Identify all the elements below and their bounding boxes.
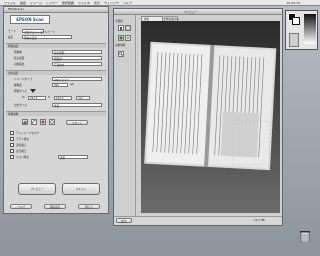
dust-label: ホコリ除去	[16, 156, 29, 159]
resolution-select[interactable]: 300	[52, 83, 68, 87]
settings-value: 現在の設定	[24, 37, 37, 40]
doc-size-label: 原稿サイズ	[14, 90, 27, 93]
menu-clock: 10:05:19	[286, 1, 300, 5]
gradient-strip[interactable]	[304, 14, 316, 44]
zoom-button[interactable]: 拡大	[116, 218, 132, 223]
source-label: 取込装置	[14, 57, 25, 60]
original-section[interactable]: 原稿設定	[6, 43, 106, 48]
unsharp-checkbox[interactable]	[10, 131, 14, 135]
height-input[interactable]: 210.0	[54, 96, 72, 100]
auto-exposure-label: 自動露出	[14, 63, 25, 66]
width-label: W	[22, 96, 25, 99]
descreen-checkbox[interactable]	[10, 137, 14, 141]
auto-exposure-select[interactable]: 写真向き	[52, 62, 102, 67]
hand-icon[interactable]	[118, 25, 124, 31]
unsharp-label: アンシャープマスク	[16, 132, 40, 135]
preview-toolbar: 全選択 自動領域	[114, 15, 136, 225]
mode-select[interactable]: プロフェッショナルモード	[22, 29, 55, 34]
resolution-unit: dpi	[70, 83, 75, 86]
scanned-book-image[interactable]	[141, 21, 280, 213]
tone-curve-icon[interactable]	[31, 119, 37, 125]
source-select[interactable]: 原稿台	[52, 56, 102, 61]
file-size: 14.3 MB	[254, 219, 265, 222]
backlight-label: 逆光補正	[16, 150, 27, 153]
mode-label: モード	[8, 30, 16, 33]
output-section[interactable]: 出力設定	[6, 70, 106, 75]
menu-help[interactable]: ヘルプ	[123, 1, 132, 5]
doc-type-label: 原稿種	[14, 51, 22, 54]
adjust-section[interactable]: 画像調整	[6, 111, 106, 116]
color-palette	[285, 10, 318, 50]
color-restore-checkbox[interactable]	[10, 143, 14, 147]
height-label: H	[48, 96, 50, 99]
delete-marquee-icon[interactable]	[125, 35, 131, 41]
backlight-checkbox[interactable]	[10, 149, 14, 153]
dust-checkbox[interactable]	[10, 155, 14, 159]
marquee-icon[interactable]	[125, 25, 131, 31]
select-all-label: 全選択	[115, 20, 123, 23]
settings-label: 設定	[8, 36, 14, 39]
reset-button[interactable]: リセット	[66, 120, 88, 125]
trash-icon[interactable]	[300, 230, 310, 242]
preview-titlebar[interactable]: プレビュー	[114, 9, 282, 15]
menu-view[interactable]: 表示	[94, 1, 100, 5]
preview-button[interactable]: プレビュー	[18, 183, 56, 195]
unit-select[interactable]: mm	[76, 96, 90, 100]
menu-image[interactable]: イメージ	[30, 1, 42, 5]
menu-layer[interactable]: レイヤー	[46, 1, 58, 5]
config-button[interactable]: 環境設定	[44, 204, 66, 209]
tool-palette[interactable]	[289, 33, 299, 47]
preview-title: プレビュー	[184, 11, 197, 14]
menu-select[interactable]: 選択範囲	[62, 1, 74, 5]
dialog-titlebar[interactable]: EPSON Scan	[4, 7, 108, 13]
settings-select[interactable]: 現在の設定	[22, 35, 72, 40]
auto-select-icon[interactable]	[118, 35, 124, 41]
brightness-icon[interactable]	[49, 119, 55, 125]
resolution-label: 解像度	[14, 84, 22, 87]
preview-window: プレビュー 全選択 自動領域 通常 サムネイル 拡大 14.3 MB	[113, 8, 283, 226]
scan-dialog: EPSON Scan EPSON Scan モード プロフェッショナルモード 設…	[3, 6, 109, 214]
preview-statusbar: 拡大 14.3 MB	[114, 216, 282, 225]
dust-select[interactable]: 標準	[58, 155, 88, 160]
histogram-icon[interactable]	[22, 119, 28, 125]
image-type-select[interactable]: 24bit カラー	[52, 77, 102, 82]
zoom-icon[interactable]	[118, 51, 124, 57]
menu-window[interactable]: ウィンドウ	[104, 1, 119, 5]
dialog-title: EPSON Scan	[8, 8, 24, 11]
descreen-label: モアレ除去	[16, 138, 29, 141]
width-input[interactable]: 297.0	[28, 96, 46, 100]
menu-filter[interactable]: フィルタ	[78, 1, 90, 5]
mode-value: プロフェッショナルモード	[24, 31, 56, 34]
image-type-label: イメージタイプ	[14, 78, 33, 81]
target-label: 出力サイズ	[14, 104, 27, 107]
menu-file[interactable]: ファイル	[4, 1, 16, 5]
expand-icon[interactable]	[30, 89, 36, 93]
menu-edit[interactable]: 編集	[20, 1, 26, 5]
auto-area-label: 自動領域	[115, 44, 126, 47]
epson-logo: EPSON Scan	[10, 15, 50, 24]
color-balance-icon[interactable]	[40, 119, 46, 125]
scan-button[interactable]: スキャン	[62, 183, 100, 195]
background-swatch[interactable]	[292, 17, 300, 25]
target-select[interactable]: 等倍	[52, 103, 102, 108]
help-button[interactable]: ヘルプ	[10, 204, 32, 209]
doc-type-select[interactable]: 反射原稿	[52, 50, 102, 55]
close-button[interactable]: 閉じる	[78, 204, 100, 209]
color-restore-label: 退色復元	[16, 144, 27, 147]
